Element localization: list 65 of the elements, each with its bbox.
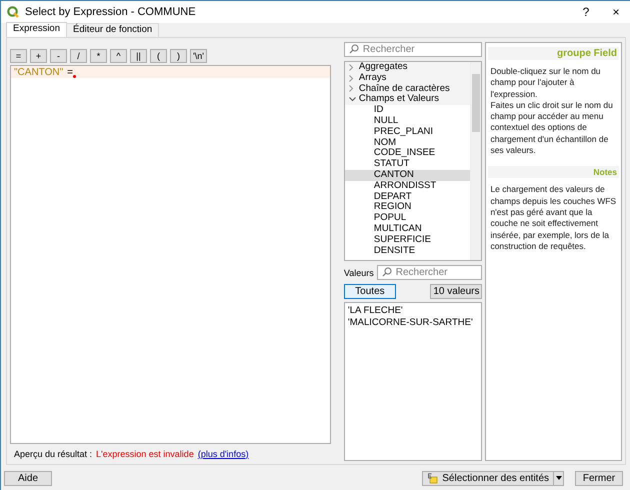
group-label: Aggregates — [358, 62, 408, 73]
app-logo-icon — [7, 6, 19, 18]
expression-editor[interactable]: "CANTON" = — [10, 65, 331, 444]
tree-group[interactable]: Aggregates — [344, 62, 470, 73]
expression-select-icon — [427, 472, 438, 484]
close-button[interactable]: × — [601, 5, 630, 19]
help-button[interactable]: ? — [571, 5, 601, 19]
tree-group[interactable]: Champs et Valeurs — [344, 94, 470, 106]
operator-button[interactable]: / — [70, 49, 87, 63]
window-title: Select by Expression - COMMUNE — [25, 6, 197, 18]
field-item[interactable]: CANTON — [344, 170, 470, 181]
operator-button[interactable]: ( — [150, 49, 167, 63]
more-info-link[interactable]: (plus d'infos) — [198, 448, 249, 458]
chevron-down-icon[interactable] — [348, 97, 359, 102]
search-icon — [348, 44, 359, 54]
close-button[interactable]: Fermer — [575, 470, 623, 486]
field-item[interactable]: DENSITE — [344, 246, 470, 256]
tree-group[interactable]: Chaîne de caractères — [344, 84, 470, 94]
operator-button[interactable]: ^ — [110, 49, 127, 63]
value-item[interactable]: 'LA FLECHE' — [348, 305, 478, 317]
operator-button[interactable]: + — [30, 49, 47, 63]
field-item[interactable]: CODE_INSEE — [344, 148, 470, 160]
operator-button[interactable]: '\n' — [190, 49, 207, 63]
group-label: Chaîne de caractères — [358, 84, 450, 94]
field-item[interactable]: PREC_PLANI — [344, 126, 470, 138]
tab[interactable]: Éditeur de fonction — [66, 23, 160, 37]
operator-button[interactable]: * — [90, 49, 107, 63]
scrollbar[interactable] — [470, 62, 482, 260]
field-item[interactable]: NULL — [344, 116, 470, 127]
tab[interactable]: Expression — [6, 22, 67, 37]
operator-button[interactable]: ) — [170, 49, 187, 63]
notes-title: Notes — [488, 166, 619, 178]
field-item[interactable]: NOM — [344, 138, 470, 148]
value-item[interactable]: 'MALICORNE-SUR-SARTHE' — [348, 317, 478, 329]
group-label: Arrays — [358, 72, 386, 84]
dropdown-arrow-icon[interactable] — [553, 472, 563, 484]
help-text: Double-cliquez sur le nom du champ pour l'ajouter à l'expression. Faites un clic droit sur le nom du champ pour accéder au menu contextuel des options de chargement d'un échantillon de ses valeurs. — [489, 65, 614, 158]
operator-button[interactable]: || — [130, 49, 147, 63]
notes-text: Le chargement des valeurs de champs depuis les couches WFS n'est pas géré avant que la couche ne soit effectivement insérée, par exemple, lors de la construction de requêtes. — [489, 183, 618, 253]
operator-token: = — [67, 66, 73, 78]
error-message: L'expression est invalide — [96, 448, 194, 458]
group-label: Champs et Valeurs — [358, 94, 439, 106]
all-values-button[interactable]: Toutes — [344, 284, 396, 299]
help-button[interactable]: Aide — [4, 470, 52, 486]
field-item[interactable]: SUPERFICIE — [344, 234, 470, 246]
field-item[interactable]: DEPART — [344, 192, 470, 202]
button-label: Sélectionner des entités — [442, 472, 549, 484]
search-icon — [382, 267, 392, 277]
field-item[interactable]: REGION — [344, 202, 470, 214]
select-features-button[interactable]: Sélectionner des entités — [422, 470, 564, 486]
operator-button[interactable]: = — [10, 49, 27, 63]
preview-label: Aperçu du résultat : — [14, 448, 92, 458]
search-field[interactable]: Rechercher — [376, 265, 482, 280]
tree-group[interactable]: Arrays — [344, 72, 470, 84]
values-label: Valeurs — [344, 268, 374, 278]
sample-values-button[interactable]: 10 valeurs — [430, 284, 482, 299]
search-field[interactable]: Rechercher — [344, 42, 482, 57]
field-item[interactable]: ID — [344, 105, 470, 116]
field-item[interactable]: ARRONDISST — [344, 180, 470, 192]
field-item[interactable]: POPUL — [344, 213, 470, 224]
operator-button[interactable]: - — [50, 49, 67, 63]
help-title: groupe Field — [488, 47, 619, 60]
field-item[interactable]: MULTICAN — [344, 224, 470, 235]
field-token: "CANTON" — [14, 66, 64, 78]
field-item[interactable]: STATUT — [344, 159, 470, 170]
